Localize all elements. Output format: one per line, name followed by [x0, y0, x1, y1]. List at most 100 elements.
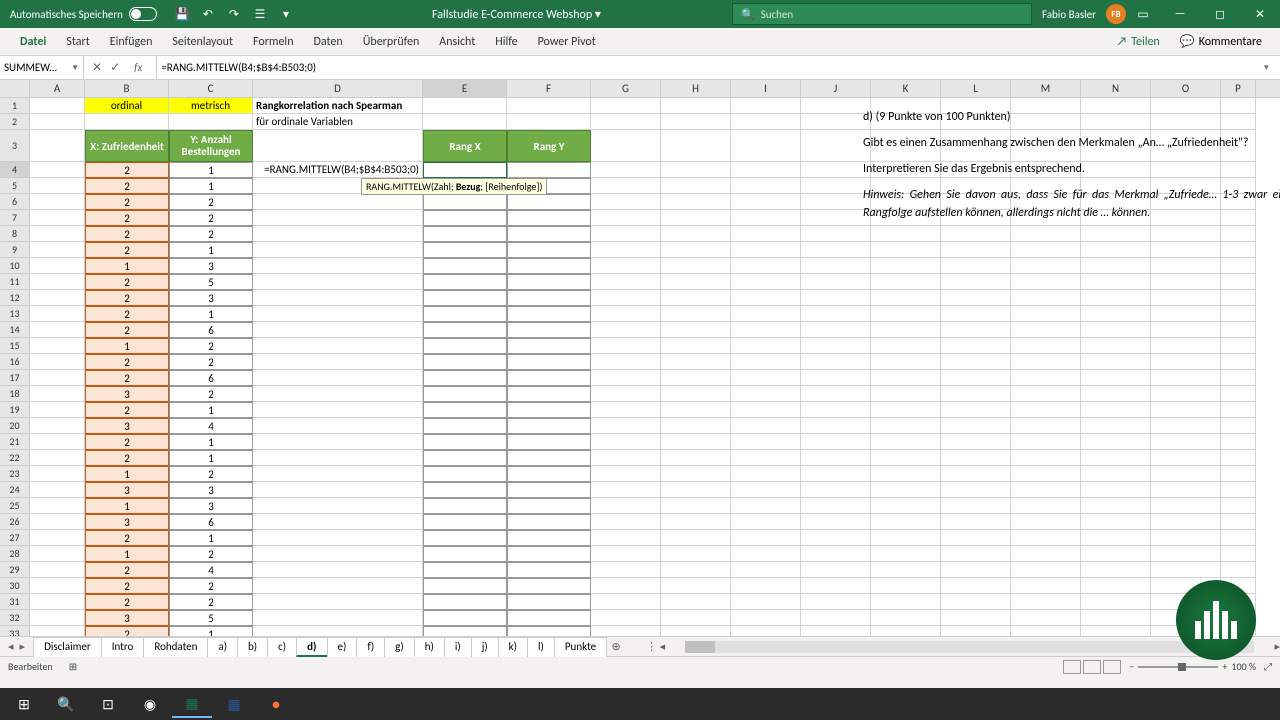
cell-D1[interactable]: Rangkorrelation nach Spearman: [253, 98, 423, 114]
cell-I12[interactable]: [731, 290, 801, 306]
cell-F19[interactable]: [507, 402, 591, 418]
cell-O28[interactable]: [1151, 546, 1221, 562]
cell-L24[interactable]: [941, 482, 1011, 498]
cell-L21[interactable]: [941, 434, 1011, 450]
cell-C9[interactable]: 1: [169, 242, 253, 258]
cell-C6[interactable]: 2: [169, 194, 253, 210]
cell-H12[interactable]: [661, 290, 731, 306]
cell-N23[interactable]: [1081, 466, 1151, 482]
cell-A22[interactable]: [30, 450, 85, 466]
cell-N26[interactable]: [1081, 514, 1151, 530]
cell-J8[interactable]: [801, 226, 871, 242]
page-break-view-button[interactable]: [1103, 660, 1121, 674]
formula-input[interactable]: =RANG.MITTELW(B4;$B$4:B503;0): [157, 56, 1264, 79]
cell-J6[interactable]: [801, 194, 871, 210]
cell-E17[interactable]: [423, 370, 507, 386]
touch-icon[interactable]: ☰: [253, 7, 267, 21]
cell-A16[interactable]: [30, 354, 85, 370]
word-taskbar-icon[interactable]: ▦: [214, 690, 254, 718]
cell-P10[interactable]: [1221, 258, 1256, 274]
cell-C20[interactable]: 4: [169, 418, 253, 434]
cell-A21[interactable]: [30, 434, 85, 450]
tab-nav-prev-icon[interactable]: ▸: [20, 640, 26, 653]
cell-L26[interactable]: [941, 514, 1011, 530]
cell-M27[interactable]: [1011, 530, 1081, 546]
cell-L17[interactable]: [941, 370, 1011, 386]
avatar[interactable]: FB: [1106, 4, 1126, 24]
sheet-tab-h[interactable]: h): [414, 637, 445, 657]
cell-A20[interactable]: [30, 418, 85, 434]
cell-A29[interactable]: [30, 562, 85, 578]
cell-G26[interactable]: [591, 514, 661, 530]
row-header-27[interactable]: 27: [0, 530, 30, 546]
cell-L19[interactable]: [941, 402, 1011, 418]
cell-A24[interactable]: [30, 482, 85, 498]
cell-J15[interactable]: [801, 338, 871, 354]
cell-P16[interactable]: [1221, 354, 1256, 370]
cell-N17[interactable]: [1081, 370, 1151, 386]
cell-J33[interactable]: [801, 626, 871, 636]
cell-E30[interactable]: [423, 578, 507, 594]
cell-O19[interactable]: [1151, 402, 1221, 418]
cell-I10[interactable]: [731, 258, 801, 274]
cell-B2[interactable]: [85, 114, 169, 130]
cell-D10[interactable]: [253, 258, 423, 274]
cell-I13[interactable]: [731, 306, 801, 322]
cell-F14[interactable]: [507, 322, 591, 338]
cell-M18[interactable]: [1011, 386, 1081, 402]
cell-N16[interactable]: [1081, 354, 1151, 370]
cell-F32[interactable]: [507, 610, 591, 626]
cell-M20[interactable]: [1011, 418, 1081, 434]
column-header-I[interactable]: I: [731, 80, 801, 97]
row-header-21[interactable]: 21: [0, 434, 30, 450]
row-header-29[interactable]: 29: [0, 562, 30, 578]
cell-K21[interactable]: [871, 434, 941, 450]
cell-E29[interactable]: [423, 562, 507, 578]
row-header-2[interactable]: 2: [0, 114, 30, 130]
cell-F21[interactable]: [507, 434, 591, 450]
cell-G30[interactable]: [591, 578, 661, 594]
cell-G33[interactable]: [591, 626, 661, 636]
cell-O15[interactable]: [1151, 338, 1221, 354]
cell-G32[interactable]: [591, 610, 661, 626]
row-header-25[interactable]: 25: [0, 498, 30, 514]
cell-C12[interactable]: 3: [169, 290, 253, 306]
cell-I14[interactable]: [731, 322, 801, 338]
column-header-K[interactable]: K: [871, 80, 941, 97]
cell-M28[interactable]: [1011, 546, 1081, 562]
cell-P13[interactable]: [1221, 306, 1256, 322]
cell-B5[interactable]: 2: [85, 178, 169, 194]
cell-C25[interactable]: 3: [169, 498, 253, 514]
cell-L28[interactable]: [941, 546, 1011, 562]
cell-O24[interactable]: [1151, 482, 1221, 498]
cell-F12[interactable]: [507, 290, 591, 306]
cell-C13[interactable]: 1: [169, 306, 253, 322]
cell-I30[interactable]: [731, 578, 801, 594]
cell-D19[interactable]: [253, 402, 423, 418]
cell-H10[interactable]: [661, 258, 731, 274]
cell-E6[interactable]: [423, 194, 507, 210]
cell-C14[interactable]: 6: [169, 322, 253, 338]
search-button[interactable]: 🔍: [46, 690, 86, 718]
close-button[interactable]: ✕: [1240, 0, 1280, 28]
cell-F20[interactable]: [507, 418, 591, 434]
row-header-5[interactable]: 5: [0, 178, 30, 194]
zoom-out-button[interactable]: −: [1129, 660, 1134, 673]
cell-M16[interactable]: [1011, 354, 1081, 370]
cell-B15[interactable]: 1: [85, 338, 169, 354]
cell-G16[interactable]: [591, 354, 661, 370]
cell-E28[interactable]: [423, 546, 507, 562]
cell-C26[interactable]: 6: [169, 514, 253, 530]
cell-M25[interactable]: [1011, 498, 1081, 514]
cell-A6[interactable]: [30, 194, 85, 210]
cell-B14[interactable]: 2: [85, 322, 169, 338]
cell-B31[interactable]: 2: [85, 594, 169, 610]
cell-G23[interactable]: [591, 466, 661, 482]
row-header-11[interactable]: 11: [0, 274, 30, 290]
cell-N10[interactable]: [1081, 258, 1151, 274]
cell-H6[interactable]: [661, 194, 731, 210]
cell-C7[interactable]: 2: [169, 210, 253, 226]
cell-J10[interactable]: [801, 258, 871, 274]
cell-N9[interactable]: [1081, 242, 1151, 258]
cell-H31[interactable]: [661, 594, 731, 610]
